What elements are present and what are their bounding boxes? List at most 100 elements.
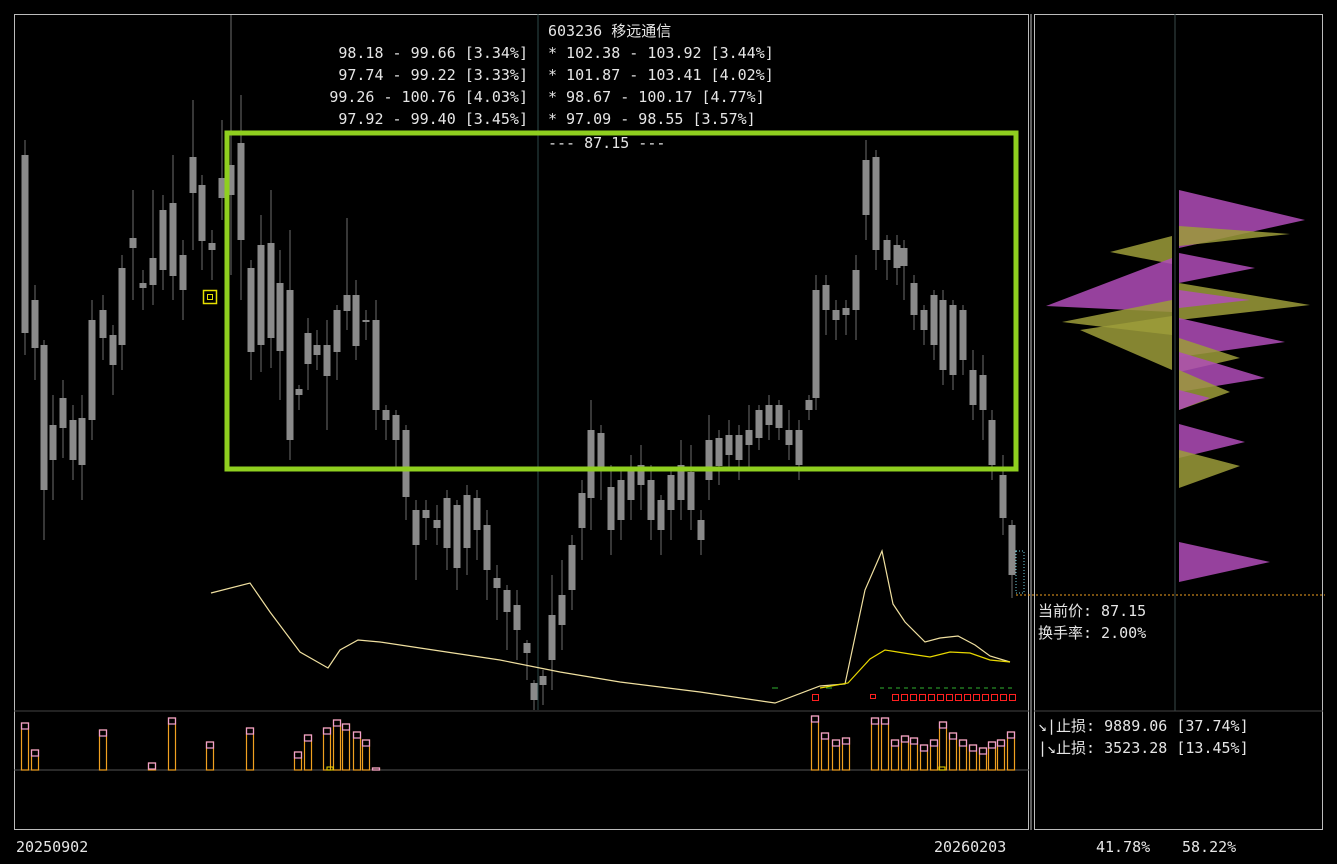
candle <box>900 240 908 300</box>
volume-bar <box>820 732 830 771</box>
candle <box>568 535 576 610</box>
candle-body <box>392 415 400 440</box>
candle <box>893 235 901 285</box>
profile-bar-magenta <box>1179 542 1270 582</box>
candle <box>805 395 813 420</box>
signal-red-marker <box>973 694 980 701</box>
candle-body <box>139 283 147 288</box>
candle-body <box>304 333 312 364</box>
candle <box>627 455 635 520</box>
candle-body <box>473 498 481 530</box>
volume-bar <box>919 744 929 771</box>
candle <box>257 215 265 372</box>
candle-body <box>900 248 908 266</box>
candle-body <box>795 430 803 465</box>
volume-bar-body <box>890 739 900 771</box>
volume-bar-body <box>968 744 978 771</box>
signal-red-marker <box>919 694 926 701</box>
candle-body <box>852 270 860 310</box>
candle <box>433 505 441 545</box>
candle-body <box>333 310 341 352</box>
candle-body <box>78 418 86 465</box>
candle <box>149 190 157 305</box>
candle <box>765 395 773 440</box>
candle-body <box>657 500 665 530</box>
right-panel-frame <box>1034 14 1323 830</box>
candle-body <box>979 375 987 410</box>
volume-bar-cap <box>929 739 939 747</box>
candle <box>286 230 294 460</box>
candle-body <box>607 487 615 530</box>
candle <box>852 255 860 340</box>
candle-body <box>286 290 294 440</box>
volume-bar <box>322 727 332 771</box>
volume-bar <box>958 739 968 771</box>
volume-bar <box>831 739 841 771</box>
candle-body <box>578 493 586 528</box>
candle <box>785 410 793 460</box>
volume-bar-cap <box>1006 731 1016 739</box>
volume-bar-cap <box>332 719 342 727</box>
candle-body <box>597 433 605 468</box>
candle <box>372 300 380 430</box>
volume-bar-cap <box>205 741 215 749</box>
volume-bar-body <box>841 737 851 771</box>
volume-bar <box>332 719 342 771</box>
candle <box>31 285 39 380</box>
candle <box>539 670 547 705</box>
candle <box>812 275 820 410</box>
candle-body <box>715 438 723 466</box>
signal-red-marker <box>910 694 917 701</box>
candle-body <box>735 435 743 460</box>
volume-bar <box>890 739 900 771</box>
candle <box>453 500 461 590</box>
candle-body <box>149 258 157 285</box>
candle <box>637 445 645 510</box>
candle-body <box>189 157 197 193</box>
candle <box>910 275 918 330</box>
volume-bar-body <box>978 747 988 771</box>
volume-bar-body <box>870 717 880 771</box>
profile-bar-magenta <box>1179 253 1255 283</box>
profile-bar-olive <box>1179 450 1240 488</box>
candle <box>412 500 420 580</box>
candle <box>715 430 723 485</box>
candle <box>607 465 615 555</box>
candle <box>483 510 491 600</box>
candle <box>862 140 870 240</box>
turnover-label: 换手率: 2.00% <box>1038 624 1147 642</box>
candle-body <box>198 185 206 241</box>
volume-bar <box>1006 731 1016 771</box>
candle-body <box>40 345 48 490</box>
volume-bar-body <box>958 739 968 771</box>
signal-red-marker <box>955 694 962 701</box>
left-range-2: 97.74 - 99.22 [3.33%] <box>338 66 528 84</box>
volume-bar-body <box>341 723 351 771</box>
candle-body <box>988 420 996 465</box>
volume-bar-cap <box>352 731 362 739</box>
volume-bar-cap <box>978 747 988 755</box>
volume-bar <box>371 767 381 771</box>
candle <box>392 410 400 470</box>
candle <box>657 495 665 555</box>
candle <box>49 395 57 500</box>
volume-bar <box>948 732 958 771</box>
candle <box>295 385 303 410</box>
candle-body <box>568 545 576 590</box>
right-range-3: * 98.67 - 100.17 [4.77%] <box>548 88 765 106</box>
candle-body <box>118 268 126 345</box>
indicator-line-fast <box>210 549 1011 704</box>
candle-body <box>523 643 531 653</box>
pct-right-label: 58.22% <box>1182 838 1237 856</box>
volume-bar-body <box>20 722 30 771</box>
candle-body <box>493 578 501 588</box>
candle-body <box>109 335 117 365</box>
candle-body <box>893 245 901 268</box>
candle <box>473 490 481 560</box>
candle-body <box>930 295 938 345</box>
signal-red-marker <box>946 694 953 701</box>
candle <box>745 405 753 470</box>
candle-body <box>530 683 538 700</box>
stop-loss-down-label: ↘|止损: 9889.06 [37.74%] <box>1038 717 1249 735</box>
candle <box>382 405 390 440</box>
